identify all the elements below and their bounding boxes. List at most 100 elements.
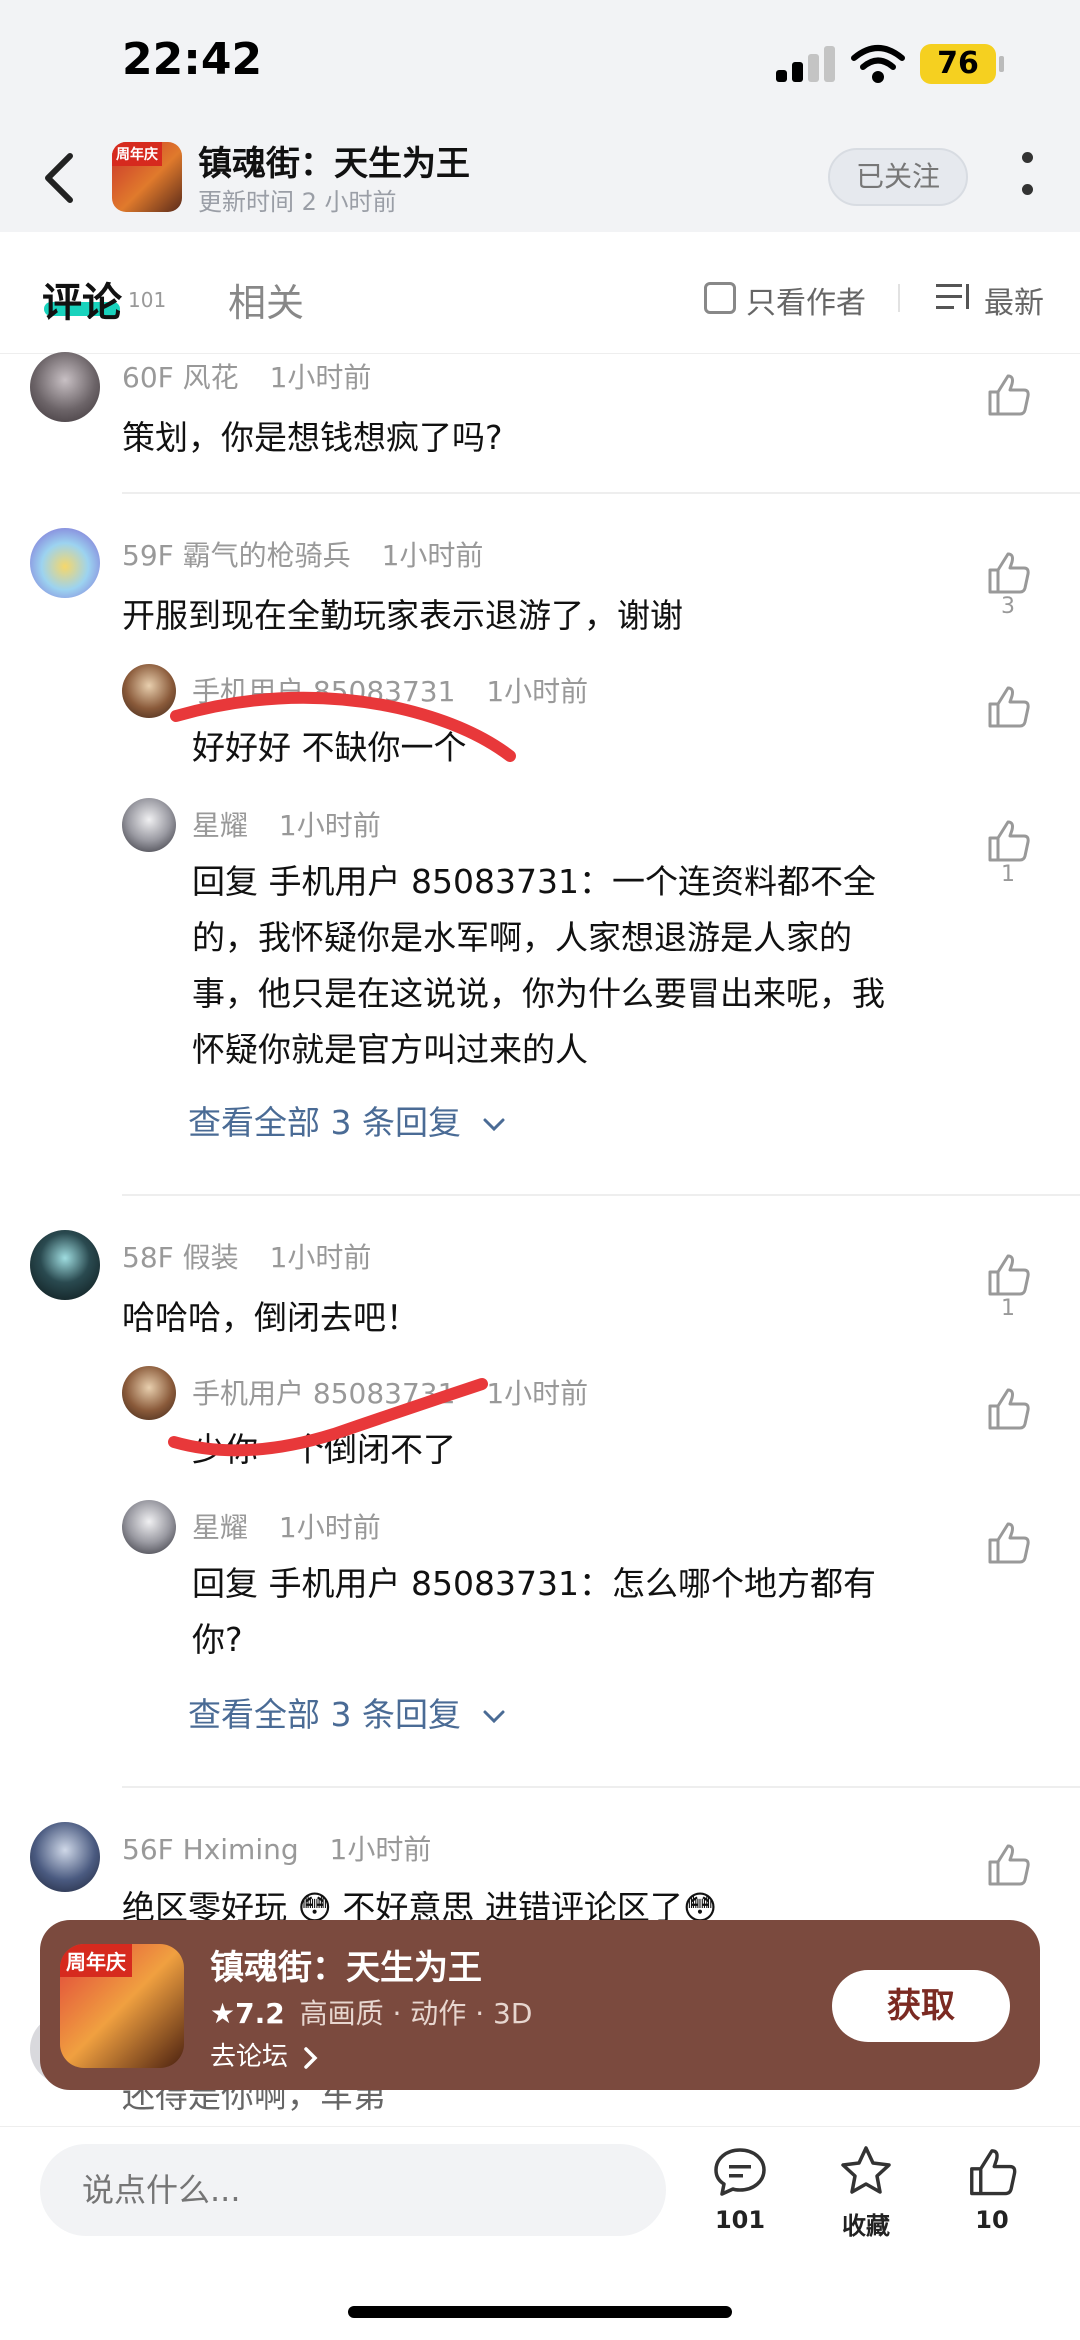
like-icon[interactable] (984, 370, 1032, 418)
comment-meta: 56F Hximing 1小时前 (122, 1828, 431, 1868)
battery-tip (999, 56, 1004, 72)
star-icon[interactable] (838, 2144, 894, 2198)
reply-meta: 手机用户 85083731 1小时前 (192, 670, 588, 710)
like-count: 10 (975, 2206, 1009, 2234)
app-avatar[interactable]: 周年庆 (112, 142, 182, 212)
like-icon[interactable] (984, 682, 1032, 730)
avatar[interactable] (122, 664, 176, 718)
tab-comments[interactable]: 评论 (42, 270, 122, 328)
floor-number: 58F (122, 1241, 174, 1274)
username[interactable]: 霸气的枪骑兵 (183, 539, 351, 572)
username[interactable]: 星耀 (192, 809, 248, 842)
avatar[interactable] (30, 528, 100, 598)
avatar[interactable] (122, 798, 176, 852)
comment-text: 策划，你是想钱想疯了吗? (122, 418, 503, 457)
follow-button[interactable]: 已关注 (828, 148, 968, 206)
view-all-replies-link[interactable]: 查看全部 3 条回复 (188, 1096, 507, 1144)
only-author-checkbox[interactable] (704, 282, 736, 314)
avatar[interactable] (122, 1366, 176, 1420)
reply-line: 你? (192, 1620, 243, 1659)
promo-app-info: ★7.2 高画质 · 动作 · 3D (210, 1992, 532, 2032)
like-count: 1 (1001, 862, 1015, 887)
like-icon[interactable] (984, 1250, 1032, 1298)
home-indicator (348, 2306, 732, 2318)
avatar-tag: 周年庆 (112, 142, 162, 166)
timestamp: 1小时前 (278, 1511, 381, 1544)
comment-divider (122, 492, 1080, 494)
comment-text: 开服到现在全勤玩家表示退游了，谢谢 (122, 596, 683, 635)
floor-number: 59F (122, 539, 174, 572)
like-icon[interactable] (984, 816, 1032, 864)
floor-number: 60F (122, 361, 174, 394)
timestamp: 1小时前 (486, 675, 589, 708)
reply-meta: 手机用户 85083731 1小时前 (192, 1372, 588, 1412)
reply-text: 回复 手机用户 85083731：一个连资料都不全 的，我怀疑你是水军啊，人家想… (192, 854, 885, 1078)
like-icon[interactable] (984, 1384, 1032, 1432)
comment-divider (122, 1786, 1080, 1788)
sort-label[interactable]: 最新 (984, 278, 1044, 322)
back-arrow-icon[interactable] (40, 150, 80, 206)
username[interactable]: 假装 (183, 1241, 239, 1274)
reply-line: 的，我怀疑你是水军啊，人家想退游是人家的 (192, 918, 852, 957)
more-options-icon[interactable] (1020, 150, 1034, 200)
reply-line: 回复 手机用户 85083731：一个连资料都不全 (192, 862, 876, 901)
username[interactable]: 风花 (183, 361, 239, 394)
reply-text: 好好好 不缺你一个 (192, 728, 467, 767)
page-title: 镇魂街：天生为王 (198, 144, 470, 184)
reply-line: 怀疑你就是官方叫过来的人 (192, 1030, 588, 1069)
chevron-right-icon (304, 2046, 318, 2069)
comment-meta: 60F 风花 1小时前 (122, 356, 371, 396)
view-all-replies-link[interactable]: 查看全部 3 条回复 (188, 1688, 507, 1736)
reply-text: 回复 手机用户 85083731：怎么哪个地方都有 你? (192, 1556, 876, 1668)
forum-label: 去论坛 (210, 2042, 289, 2072)
comment-text: 哈哈哈，倒闭去吧！ (122, 1298, 419, 1337)
avatar[interactable] (30, 1230, 100, 1300)
only-author-label[interactable]: 只看作者 (746, 278, 866, 322)
comment-input[interactable] (40, 2144, 666, 2236)
get-app-button[interactable]: 获取 (832, 1970, 1010, 2042)
chevron-down-icon (483, 1118, 505, 1131)
tab-related[interactable]: 相关 (228, 272, 304, 327)
battery-icon: 76 (920, 44, 996, 84)
view-all-label: 查看全部 3 条回复 (188, 1695, 461, 1734)
avatar[interactable] (122, 1500, 176, 1554)
username[interactable]: 手机用户 85083731 (192, 1377, 455, 1410)
rating: ★7.2 (210, 1997, 285, 2030)
timestamp: 1小时前 (269, 361, 372, 394)
sort-icon[interactable] (936, 282, 970, 312)
page-subtitle: 更新时间 2 小时前 (198, 188, 397, 216)
timestamp: 1小时前 (278, 809, 381, 842)
wifi-icon (851, 45, 905, 83)
cellular-signal-icon (776, 46, 836, 82)
tab-comments-count: 101 (128, 288, 167, 312)
timestamp: 1小时前 (381, 539, 484, 572)
timestamp: 1小时前 (486, 1377, 589, 1410)
like-icon[interactable] (984, 1840, 1032, 1888)
view-all-label: 查看全部 3 条回复 (188, 1103, 461, 1142)
avatar[interactable] (30, 352, 100, 422)
reply-meta: 星耀 1小时前 (192, 1506, 381, 1546)
reply-meta: 星耀 1小时前 (192, 804, 381, 844)
username[interactable]: 星耀 (192, 1511, 248, 1544)
tab-divider (898, 284, 900, 312)
comment-meta: 59F 霸气的枪骑兵 1小时前 (122, 534, 483, 574)
comment-icon[interactable] (712, 2146, 768, 2198)
comment-divider (122, 1194, 1080, 1196)
reply-text: 少你一个倒闭不了 (192, 1430, 456, 1469)
avatar[interactable] (30, 1822, 100, 1892)
like-icon[interactable] (984, 1518, 1032, 1566)
timestamp: 1小时前 (269, 1241, 372, 1274)
status-time: 22:42 (122, 34, 263, 85)
favorite-label: 收藏 (842, 2212, 890, 2240)
like-icon[interactable] (964, 2144, 1020, 2198)
app-icon[interactable]: 周年庆 (60, 1944, 184, 2068)
floor-number: 56F (122, 1833, 174, 1866)
reply-line: 回复 手机用户 85083731：怎么哪个地方都有 (192, 1564, 876, 1603)
like-icon[interactable] (984, 548, 1032, 596)
username[interactable]: 手机用户 85083731 (192, 675, 455, 708)
username[interactable]: Hximing (183, 1833, 299, 1866)
comment-count: 101 (714, 2206, 766, 2234)
go-to-forum-link[interactable]: 去论坛 (210, 2036, 320, 2073)
comment-meta: 58F 假装 1小时前 (122, 1236, 371, 1276)
timestamp: 1小时前 (329, 1833, 432, 1866)
